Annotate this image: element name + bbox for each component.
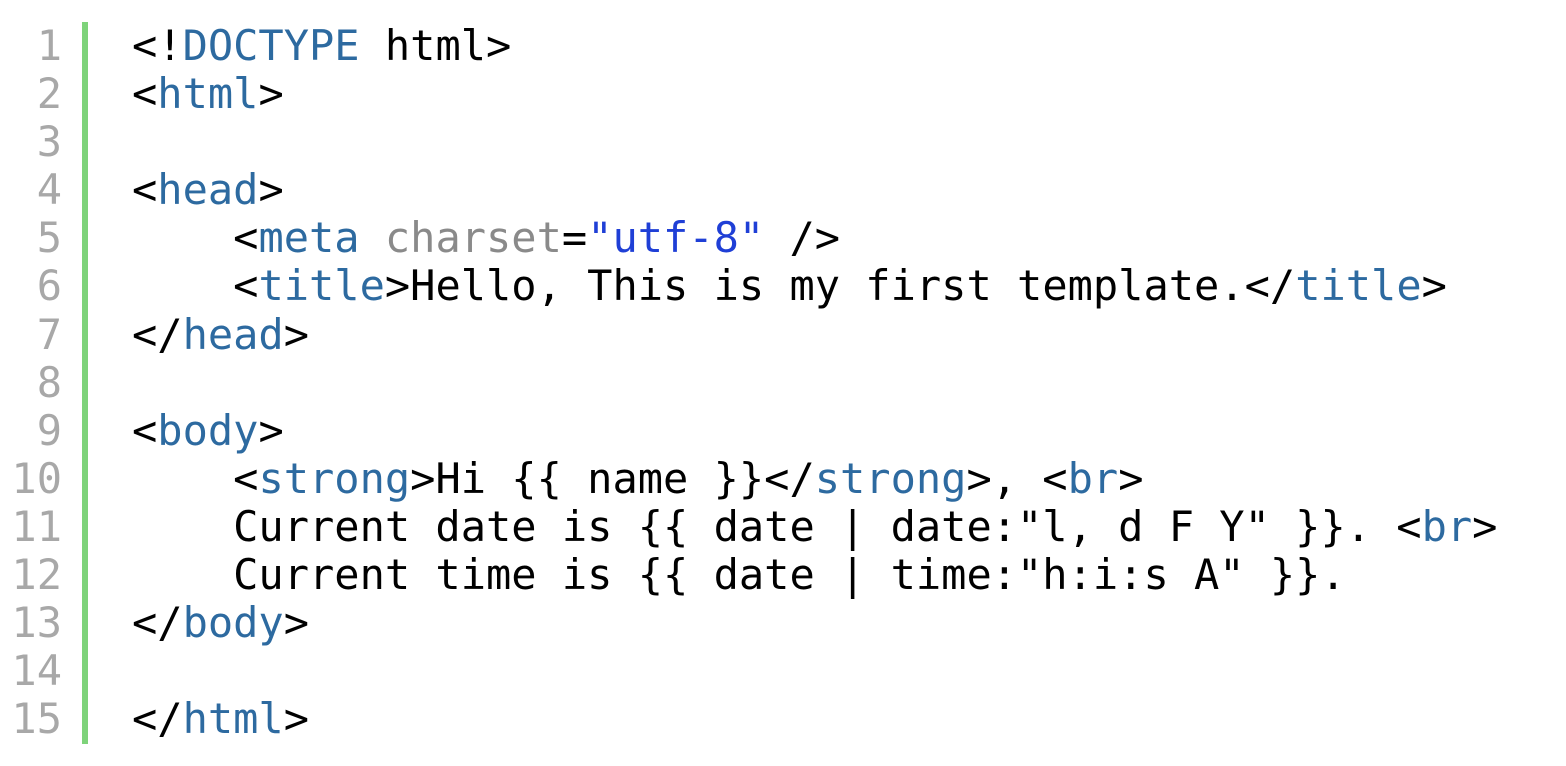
code-token-punc: > [1421, 261, 1447, 311]
code-line[interactable]: 11 Current date is {{ date | date:"l, d … [0, 501, 1566, 551]
code-token-punc: >Hello, This is my first template.</ [384, 261, 1296, 311]
line-number: 12 [11, 550, 62, 600]
code-token-tag: meta [258, 213, 360, 263]
line-number: 7 [36, 309, 62, 359]
code-token-tag: html [157, 69, 259, 119]
code-token-punc: html> [359, 21, 512, 70]
code-text: <head> [62, 166, 284, 214]
code-token-punc: </ [132, 694, 183, 744]
code-token-tag: body [182, 598, 284, 648]
line-number: 5 [36, 213, 62, 263]
line-number: 13 [11, 598, 62, 648]
code-token-punc: > [1118, 453, 1144, 503]
code-lines: 1 <!DOCTYPE html> 2 <html> 3 4 <head> 5 <meta c… [0, 21, 1566, 743]
code-token-str: "utf-8" [587, 213, 765, 263]
code-line[interactable]: 1 <!DOCTYPE html> [0, 21, 1566, 70]
line-number: 14 [11, 646, 62, 696]
code-token-punc: <! [132, 21, 183, 70]
code-text: <strong>Hi {{ name }}</strong>, <br> [62, 453, 1144, 503]
code-token-punc: /> [764, 213, 841, 263]
line-number: 11 [11, 501, 62, 551]
code-token-punc: >Hi {{ name }}</ [410, 453, 815, 503]
code-text: </head> [62, 309, 310, 359]
line-number: 2 [36, 69, 62, 119]
code-token-punc: >, < [966, 453, 1068, 503]
code-token-tag: DOCTYPE [182, 21, 360, 70]
code-line[interactable]: 9 <body> [0, 405, 1566, 455]
code-text: </body> [62, 599, 309, 647]
code-line[interactable]: 3 [0, 118, 1566, 166]
code-token-punc: Current time is {{ date | time:"h:i:s A"… [132, 550, 1346, 600]
code-line[interactable]: 10 <strong>Hi {{ name }}</strong>, <br> [0, 453, 1566, 503]
code-text: </html> [62, 695, 309, 743]
code-token-tag: strong [814, 453, 967, 503]
code-text: <meta charset="utf-8" /> [62, 214, 840, 262]
code-token-tag: title [1295, 261, 1422, 311]
code-token-tag: title [258, 261, 385, 311]
code-token-punc: > [258, 405, 284, 455]
code-text: Current date is {{ date | date:"l, d F Y… [62, 501, 1498, 551]
code-token-punc: < [132, 405, 158, 455]
code-line[interactable]: 6 <title>Hello, This is my first templat… [0, 262, 1566, 310]
code-token-punc: > [258, 69, 284, 119]
code-text: <html> [62, 70, 284, 118]
code-token-punc: < [132, 261, 259, 311]
line-number: 10 [11, 453, 62, 503]
line-number: 6 [36, 261, 62, 311]
code-line[interactable]: 8 [0, 357, 1566, 407]
code-line[interactable]: 4 <head> [0, 166, 1566, 214]
code-token-punc: </ [132, 598, 183, 648]
code-token-tag: html [182, 694, 284, 744]
code-text: Current time is {{ date | time:"h:i:s A"… [62, 550, 1346, 600]
code-token-punc: > [283, 598, 310, 648]
code-line[interactable]: 14 [0, 647, 1566, 695]
code-token-punc: < [132, 69, 158, 119]
line-number: 4 [36, 165, 62, 215]
code-text: <!DOCTYPE html> [62, 21, 512, 70]
code-token-punc: > [283, 309, 310, 359]
code-text: <body> [62, 405, 284, 455]
code-line[interactable]: 2 <html> [0, 69, 1566, 119]
code-token-tag: head [182, 309, 284, 359]
code-token-tag: br [1067, 453, 1119, 503]
code-token-tag: body [157, 405, 259, 455]
line-number: 1 [36, 21, 62, 70]
code-token-punc: > [258, 165, 284, 215]
code-token-tag: strong [258, 453, 411, 503]
code-line[interactable]: 15 </html> [0, 695, 1566, 743]
gutter-change-bar [82, 22, 88, 744]
code-token-tag: br [1421, 501, 1473, 551]
code-token-tag: head [157, 165, 259, 215]
code-token-attr: charset [359, 213, 562, 263]
line-number: 9 [36, 405, 62, 455]
code-line[interactable]: 7 </head> [0, 309, 1566, 359]
code-line[interactable]: 13 </body> [0, 599, 1566, 647]
code-token-punc: > [1472, 501, 1498, 551]
code-line[interactable]: 12 Current time is {{ date | time:"h:i:s… [0, 550, 1566, 600]
code-editor[interactable]: 1 <!DOCTYPE html> 2 <html> 3 4 <head> 5 <meta c… [0, 0, 1566, 766]
code-token-punc: < [132, 213, 259, 263]
line-number: 8 [36, 357, 62, 407]
code-line[interactable]: 5 <meta charset="utf-8" /> [0, 214, 1566, 262]
code-token-punc: Current date is {{ date | date:"l, d F Y… [132, 501, 1422, 551]
line-number: 3 [36, 117, 62, 167]
code-token-punc: = [561, 213, 588, 263]
code-token-punc: </ [132, 309, 183, 359]
code-token-punc: > [283, 694, 310, 744]
code-token-punc: < [132, 165, 158, 215]
line-number: 15 [11, 694, 62, 744]
code-text: <title>Hello, This is my first template.… [62, 262, 1447, 310]
code-token-punc: < [132, 453, 259, 503]
